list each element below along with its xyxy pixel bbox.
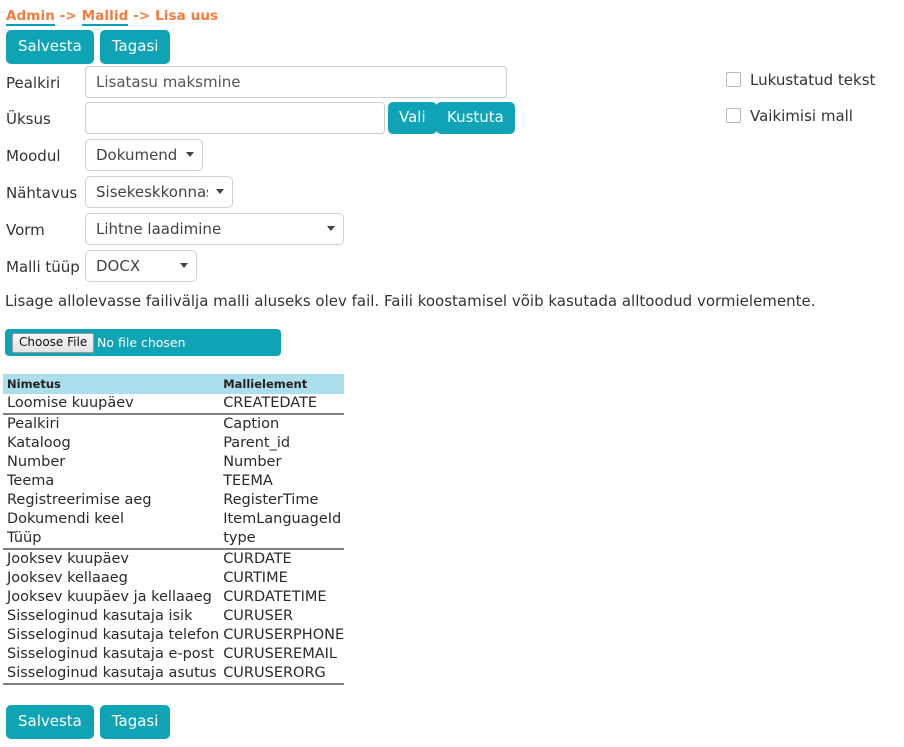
back-button-top[interactable]: Tagasi — [99, 30, 171, 64]
table-row: Pealkiri Caption — [3, 414, 344, 434]
table-cell-element: TEEMA — [223, 473, 273, 489]
table-body: Loomise kuupäev CREATEDATE Pealkiri Caption… — [3, 394, 345, 685]
table-cell-name: Jooksev kuupäev — [7, 551, 130, 567]
table-row: Kataloog Parent_id — [3, 434, 344, 453]
locked-text-checkbox[interactable] — [726, 72, 741, 87]
table-cell-name: Number — [7, 454, 66, 470]
table-row: Sisseloginud kasutaja asutus CURUSERORG — [3, 664, 345, 685]
table-cell-element: CURDATETIME — [223, 589, 327, 605]
table-row: Jooksev kellaaeg CURTIME — [3, 569, 344, 588]
module-select-wrapper: Dokumendid — [85, 139, 203, 171]
locked-text-label: Lukustatud tekst — [750, 70, 876, 89]
table-row: Sisseloginud kasutaja isik CURUSER — [3, 607, 344, 626]
form-type-select-wrapper: Lihtne laadimine — [85, 213, 344, 245]
template-elements-table: Nimetus Mallielement Loomise kuupäev CREA… — [3, 374, 345, 685]
table-cell-element: CURUSER — [223, 608, 294, 624]
table-cell-element: Parent_id — [223, 435, 291, 451]
table-cell-name: Pealkiri — [7, 416, 60, 432]
unit-delete-button[interactable]: Kustuta — [436, 102, 515, 134]
table-cell-name: Sisseloginud kasutaja asutus — [3, 664, 220, 685]
instruction-text: Lisage allolevasse failivälja malli alus… — [5, 292, 816, 310]
table-cell-element: CURUSERPHONE — [223, 627, 345, 643]
table-cell-name: Sisseloginud kasutaja e-post — [7, 646, 214, 662]
visibility-label: Nähtavus — [6, 184, 78, 202]
table-cell-element: ItemLanguageId — [223, 511, 342, 527]
file-upload-field[interactable]: Choose File No file chosen — [5, 329, 281, 356]
table-cell-element: RegisterTime — [223, 492, 319, 508]
table-cell-element: CREATEDATE — [219, 394, 345, 415]
template-type-select-wrapper: DOCX — [85, 250, 197, 282]
visibility-select-wrapper: Sisekeskkonnas — [85, 176, 233, 208]
table-cell-element: type — [219, 529, 345, 550]
table-row: Dokumendi keel ItemLanguageId — [3, 510, 344, 529]
table-row: Tüüp type — [3, 529, 345, 550]
breadcrumb-separator-2: -> — [128, 8, 156, 24]
breadcrumb-link-admin[interactable]: Admin — [6, 8, 55, 26]
template-type-select[interactable]: DOCX — [85, 250, 197, 282]
file-status-text: No file chosen — [97, 335, 186, 350]
form-row-template-type: Malli tüüp DOCX — [0, 250, 700, 284]
table-cell-name: Sisseloginud kasutaja isik — [7, 608, 193, 624]
title-input[interactable] — [85, 66, 507, 98]
table-header-row: Nimetus Mallielement — [3, 374, 345, 394]
breadcrumb-link-mallid[interactable]: Mallid — [81, 8, 129, 26]
title-label: Pealkiri — [6, 74, 61, 92]
locked-text-row: Lukustatud tekst — [726, 70, 875, 106]
table-row: Sisseloginud kasutaja telefon CURUSERPHON… — [3, 626, 344, 645]
module-select[interactable]: Dokumendid — [85, 139, 203, 171]
table-cell-element: CURTIME — [223, 570, 288, 586]
form-type-label: Vorm — [6, 221, 45, 239]
module-label: Moodul — [6, 147, 61, 165]
table-cell-element: Number — [223, 454, 282, 470]
table-cell-element: Caption — [223, 416, 280, 432]
unit-input[interactable] — [85, 102, 385, 134]
table-cell-name: Jooksev kellaaeg — [7, 570, 128, 586]
breadcrumb-current-page: Lisa uus — [155, 8, 219, 24]
visibility-select[interactable]: Sisekeskkonnas — [85, 176, 233, 208]
back-button-bottom[interactable]: Tagasi — [99, 705, 171, 739]
table-cell-element: CURUSEREMAIL — [223, 646, 337, 662]
table-row: Jooksev kuupäev CURDATE — [3, 549, 344, 569]
table-cell-name: Kataloog — [7, 435, 71, 451]
breadcrumb: Admin -> Mallid -> Lisa uus — [6, 8, 219, 26]
table-cell-name: Teema — [7, 473, 55, 489]
unit-select-button[interactable]: Vali — [388, 102, 437, 134]
default-template-row: Vaikimisi mall — [726, 106, 875, 142]
table-cell-name: Loomise kuupäev — [3, 394, 220, 415]
options-checkbox-group: Lukustatud tekst Vaikimisi mall — [726, 70, 875, 142]
save-button-bottom[interactable]: Salvesta — [6, 705, 94, 739]
table-cell-name: Jooksev kuupäev ja kellaaeg — [7, 589, 212, 605]
table-cell-element: CURDATE — [223, 551, 292, 567]
table-cell-name: Tüüp — [3, 529, 220, 550]
bottom-button-row: Salvesta Tagasi — [6, 705, 171, 739]
table-row: Teema TEEMA — [3, 472, 344, 491]
table-cell-name: Sisseloginud kasutaja telefon — [7, 627, 220, 643]
unit-label: Üksus — [6, 110, 51, 128]
default-template-checkbox[interactable] — [726, 108, 741, 123]
form-row-title: Pealkiri — [0, 66, 700, 100]
table-row: Sisseloginud kasutaja e-post CURUSEREMAIL — [3, 645, 344, 664]
breadcrumb-separator-1: -> — [54, 8, 82, 24]
form-row-module: Moodul Dokumendid — [0, 139, 700, 173]
form-row-visibility: Nähtavus Sisekeskkonnas — [0, 176, 700, 210]
top-button-row: Salvesta Tagasi — [6, 30, 171, 64]
table-cell-name: Dokumendi keel — [7, 511, 125, 527]
table-row: Loomise kuupäev CREATEDATE — [3, 394, 345, 415]
table-row: Registreerimise aeg RegisterTime — [3, 491, 344, 510]
table-header-element: Mallielement — [219, 374, 345, 394]
choose-file-button[interactable]: Choose File — [12, 333, 95, 354]
form-type-select[interactable]: Lihtne laadimine — [85, 213, 344, 245]
form-row-form-type: Vorm Lihtne laadimine — [0, 213, 700, 247]
template-form: Pealkiri Üksus Vali Kustuta Moodul Dokum… — [0, 66, 700, 284]
table-header-name: Nimetus — [3, 374, 220, 394]
table-cell-element: CURUSERORG — [219, 664, 345, 685]
default-template-label: Vaikimisi mall — [750, 106, 853, 125]
template-type-label: Malli tüüp — [6, 258, 80, 276]
table-row: Number Number — [3, 453, 344, 472]
save-button-top[interactable]: Salvesta — [6, 30, 94, 64]
form-row-unit: Üksus Vali Kustuta — [0, 102, 700, 136]
table-cell-name: Registreerimise aeg — [7, 492, 152, 508]
table-row: Jooksev kuupäev ja kellaaeg CURDATETIME — [3, 588, 344, 607]
